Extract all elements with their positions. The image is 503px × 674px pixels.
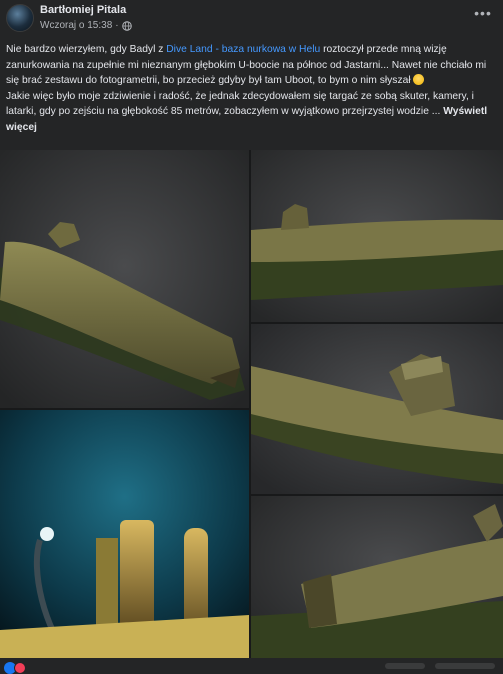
post-text: Nie bardzo wierzyłem, gdy Badyl z Dive L… [6, 42, 498, 135]
photo-uboat-model-bow[interactable] [0, 150, 249, 408]
post-paragraph-1: Nie bardzo wierzyłem, gdy Badyl z Dive L… [6, 42, 498, 89]
photo-uboat-model-side[interactable] [251, 150, 503, 322]
separator: · [115, 20, 119, 31]
timestamp[interactable]: Wczoraj o 15:38 [40, 20, 112, 31]
post-paragraph-2: Jakie więc było moje zdziwienie i radość… [6, 89, 498, 136]
thinking-face-emoji-icon [413, 74, 425, 85]
post-stats [345, 663, 495, 671]
post-header: Bartłomiej Pitala Wczoraj o 15:38 · ••• [0, 0, 503, 40]
post-text-segment: Nie bardzo wierzyłem, gdy Badyl z [6, 44, 167, 55]
love-icon[interactable] [14, 662, 26, 674]
photo-uboat-model-conning-tower[interactable] [251, 324, 503, 494]
author-name[interactable]: Bartłomiej Pitala [40, 4, 126, 16]
post-meta: Wczoraj o 15:38 · [40, 20, 132, 31]
avatar[interactable] [6, 4, 34, 32]
reactions-bar [0, 658, 503, 674]
photo-gallery [0, 150, 503, 658]
photo-underwater-wreck[interactable] [0, 410, 249, 658]
more-options-icon[interactable]: ••• [473, 5, 493, 21]
globe-icon [121, 20, 132, 31]
dive-land-link[interactable]: Dive Land - baza nurkowa w Helu [166, 44, 320, 55]
photo-uboat-model-stern[interactable] [251, 496, 503, 658]
post-text-segment: Jakie więc było moje zdziwienie i radość… [6, 90, 474, 118]
